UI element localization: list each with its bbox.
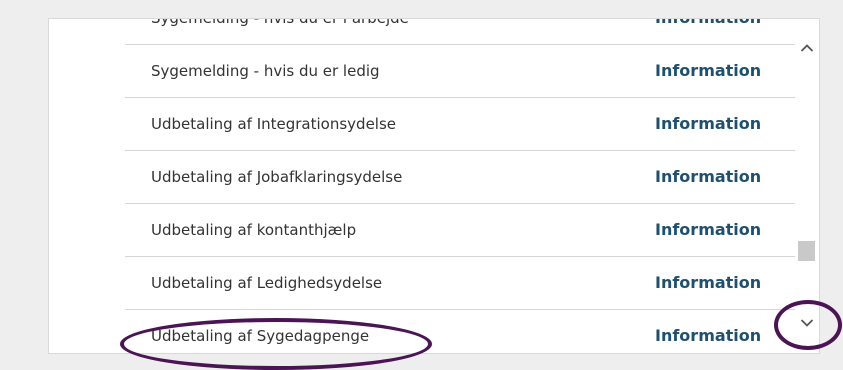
list-item: Sygemelding - hvis du er ledig Informati… (125, 45, 795, 98)
list-item: Udbetaling af Ledighedsydelse Informatio… (125, 257, 795, 310)
information-link[interactable]: Information (655, 151, 761, 203)
item-label: Udbetaling af Integrationsydelse (151, 115, 397, 133)
list-item: Udbetaling af kontanthjælp Information (125, 204, 795, 257)
chevron-down-icon (800, 319, 813, 327)
information-link[interactable]: Information (655, 45, 761, 97)
information-link[interactable]: Information (655, 257, 761, 309)
list-item: Udbetaling af Jobafklaringsydelse Inform… (125, 151, 795, 204)
service-list-panel: Sygemelding - hvis du er i arbejde Infor… (48, 18, 820, 354)
vertical-scrollbar[interactable] (795, 19, 818, 353)
scrollbar-thumb[interactable] (798, 241, 815, 261)
information-link[interactable]: Information (655, 19, 761, 44)
item-label: Sygemelding - hvis du er i arbejde (151, 18, 409, 27)
list-item: Udbetaling af Sygedagpenge Information (125, 310, 795, 353)
item-label: Sygemelding - hvis du er ledig (151, 62, 380, 80)
item-label: Udbetaling af Sygedagpenge (151, 327, 370, 345)
service-list: Sygemelding - hvis du er i arbejde Infor… (125, 18, 795, 353)
information-link[interactable]: Information (655, 204, 761, 256)
item-label: Udbetaling af Jobafklaringsydelse (151, 168, 403, 186)
information-link[interactable]: Information (655, 98, 761, 150)
scroll-down-button[interactable] (795, 309, 818, 337)
item-label: Udbetaling af Ledighedsydelse (151, 274, 383, 292)
list-item: Sygemelding - hvis du er i arbejde Infor… (125, 18, 795, 45)
item-label: Udbetaling af kontanthjælp (151, 221, 357, 239)
chevron-up-icon (800, 44, 813, 52)
information-link[interactable]: Information (655, 310, 761, 353)
list-item: Udbetaling af Integrationsydelse Informa… (125, 98, 795, 151)
scroll-up-button[interactable] (795, 34, 818, 62)
